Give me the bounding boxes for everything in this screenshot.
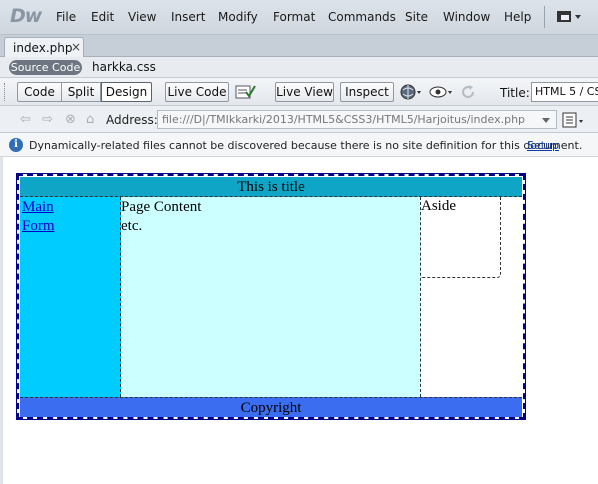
- close-icon[interactable]: ×: [71, 40, 81, 54]
- menu-commands[interactable]: Commands: [328, 10, 396, 24]
- chevron-down-icon[interactable]: [542, 118, 550, 123]
- stop-icon[interactable]: ⊗: [65, 112, 76, 127]
- related-files-bar: Source Code harkka.css: [0, 57, 598, 78]
- page-container[interactable]: This is title Main Form Page Content etc…: [16, 173, 526, 420]
- inspect-button[interactable]: Inspect: [340, 82, 394, 102]
- nav-link-main[interactable]: Main: [22, 198, 118, 217]
- menu-edit[interactable]: Edit: [91, 10, 114, 24]
- tab-label: index.php: [13, 41, 73, 55]
- source-code-button[interactable]: Source Code: [9, 60, 82, 75]
- menu-help[interactable]: Help: [504, 10, 531, 24]
- main-text: etc.: [121, 218, 143, 234]
- split-view-button[interactable]: Split: [62, 82, 101, 102]
- document-title-field[interactable]: HTML 5 / CSS3: [531, 82, 598, 102]
- check-page-icon[interactable]: [235, 83, 256, 101]
- menu-format[interactable]: Format: [273, 10, 315, 24]
- page-aside[interactable]: Aside: [421, 197, 501, 278]
- home-icon[interactable]: ⌂: [86, 112, 94, 127]
- menu-file[interactable]: File: [56, 10, 76, 24]
- document-tab-bar: index.php ×: [0, 35, 598, 57]
- page-footer[interactable]: Copyright: [20, 397, 522, 417]
- nav-link-form[interactable]: Form: [22, 217, 118, 236]
- document-toolbar: Code Split Design Live Code Live View In…: [0, 78, 598, 106]
- live-code-button[interactable]: Live Code: [165, 82, 229, 102]
- browser-navigation-bar: ⇦ ⇨ ⊗ ⌂ Address: file:///D|/TMIkkarki/20…: [0, 106, 598, 133]
- menu-separator: [544, 6, 545, 28]
- menu-window[interactable]: Window: [443, 10, 490, 24]
- browse-options-icon[interactable]: [562, 111, 586, 129]
- info-icon: i: [9, 138, 23, 152]
- dreamweaver-logo: Dw: [10, 5, 42, 27]
- menu-view[interactable]: View: [128, 10, 156, 24]
- setup-link[interactable]: Setup: [527, 139, 559, 152]
- globe-preview-icon[interactable]: [399, 83, 421, 101]
- visual-aids-icon[interactable]: [428, 83, 452, 101]
- related-file-harkka-css[interactable]: harkka.css: [92, 60, 156, 74]
- design-view-button[interactable]: Design: [101, 82, 152, 102]
- toolbar-grip[interactable]: [4, 83, 7, 101]
- forward-arrow-icon[interactable]: ⇨: [42, 112, 53, 127]
- main-heading: Page Content: [121, 199, 202, 215]
- design-view-canvas[interactable]: This is title Main Form Page Content etc…: [0, 157, 598, 484]
- refresh-icon[interactable]: [459, 83, 479, 101]
- address-field[interactable]: file:///D|/TMIkkarki/2013/HTML5&CSS3/HTM…: [157, 110, 557, 129]
- info-bar: i Dynamically-related files cannot be di…: [0, 133, 598, 157]
- menu-bar: Dw File Edit View Insert Modify Format C…: [0, 0, 598, 35]
- title-label: Title:: [500, 86, 530, 100]
- page-nav[interactable]: Main Form: [20, 197, 121, 397]
- layout-grid-icon: [557, 11, 571, 22]
- code-view-button[interactable]: Code: [17, 82, 62, 102]
- menu-modify[interactable]: Modify: [218, 10, 258, 24]
- back-arrow-icon[interactable]: ⇦: [20, 112, 31, 127]
- tab-index-php[interactable]: index.php ×: [4, 37, 84, 57]
- menu-insert[interactable]: Insert: [171, 10, 205, 24]
- page-main-content[interactable]: Page Content etc.: [121, 197, 421, 397]
- chevron-down-icon: [575, 15, 581, 19]
- info-message: Dynamically-related files cannot be disc…: [29, 139, 583, 152]
- menu-site[interactable]: Site: [405, 10, 428, 24]
- workspace-layout-button[interactable]: [555, 8, 585, 26]
- address-label: Address:: [106, 113, 158, 127]
- live-view-button[interactable]: Live View: [275, 82, 334, 102]
- page-header-title[interactable]: This is title: [20, 177, 522, 197]
